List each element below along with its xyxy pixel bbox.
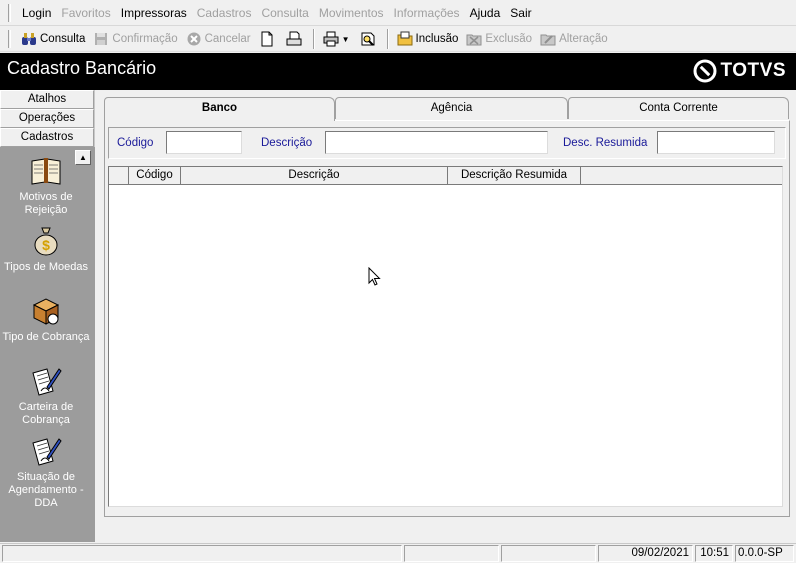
status-cell-2 <box>404 545 499 562</box>
exclusao-button[interactable]: Exclusão <box>462 28 536 50</box>
shortcut-tipo-cobranca[interactable]: Tipo de Cobrança <box>0 295 92 344</box>
panel-tab-atalhos[interactable]: Atalhos <box>0 90 94 109</box>
shortcut-motivos-rejeicao[interactable]: Motivos de Rejeição <box>0 155 92 217</box>
results-grid[interactable]: Código Descrição Descrição Resumida <box>108 166 783 507</box>
confirmacao-button[interactable]: Confirmação <box>89 28 181 50</box>
svg-text:$: $ <box>42 237 50 253</box>
brand-logo: TOTVS <box>693 59 787 83</box>
shortcut-label: Carteira de Cobrança <box>18 401 74 426</box>
documents-pen-icon <box>32 368 62 396</box>
toolbar: Consulta Confirmação Cancelar ▼ Inclusão… <box>0 27 796 52</box>
grid-header-filler <box>581 167 782 185</box>
preview-button[interactable] <box>356 28 383 50</box>
toolbar-grip <box>8 30 11 48</box>
toolbar-separator <box>312 29 315 49</box>
cancelar-label: Cancelar <box>204 33 251 45</box>
status-version: 0.0.0-SP <box>735 545 794 562</box>
menu-cadastros[interactable]: Cadastros <box>192 6 257 20</box>
printer-icon <box>323 31 339 47</box>
status-date: 09/02/2021 <box>598 545 693 562</box>
shortcut-label: Tipo de Cobrança <box>2 331 90 343</box>
status-cell-3 <box>501 545 596 562</box>
document-print-icon <box>286 31 302 47</box>
page-title: Cadastro Bancário <box>7 58 157 78</box>
new-document-icon <box>259 31 275 47</box>
shortcut-label: Situação de Agendamento - DDA <box>8 471 84 509</box>
descricao-field[interactable] <box>325 131 548 154</box>
new-document-button[interactable] <box>255 28 282 50</box>
menu-login[interactable]: Login <box>17 6 56 20</box>
consulta-label: Consulta <box>40 33 86 45</box>
edit-icon <box>540 31 556 47</box>
brand-name: TOTVS <box>720 60 786 81</box>
chevron-down-icon: ▼ <box>341 34 350 44</box>
folder-add-icon <box>397 31 413 47</box>
toolbar-separator <box>386 29 389 49</box>
panel-tab-operacoes[interactable]: Operações <box>0 109 94 128</box>
confirmacao-label: Confirmação <box>112 33 178 45</box>
mouse-cursor-icon <box>368 267 381 286</box>
grid-header-descricao-resumida[interactable]: Descrição Resumida <box>448 167 581 185</box>
filter-bar: Código Descrição Desc. Resumida <box>108 127 786 159</box>
consulta-button[interactable]: Consulta <box>17 28 89 50</box>
menu-impressoras[interactable]: Impressoras <box>116 6 192 20</box>
desc-resumida-label: Desc. Resumida <box>563 137 648 149</box>
alteracao-button[interactable]: Alteração <box>536 28 612 50</box>
header-bar: Cadastro Bancário TOTVS <box>0 53 796 90</box>
menu-sair[interactable]: Sair <box>505 6 536 20</box>
grid-header: Código Descrição Descrição Resumida <box>109 167 782 185</box>
cancelar-button[interactable]: Cancelar <box>182 28 255 50</box>
inclusao-button[interactable]: Inclusão <box>393 28 463 50</box>
panel-tab-cadastros[interactable]: Cadastros <box>0 128 94 147</box>
status-bar: 09/02/2021 10:51 0.0.0-SP <box>0 543 796 563</box>
box-icon <box>32 298 60 325</box>
delete-icon <box>466 31 482 47</box>
tab-agencia[interactable]: Agência <box>335 97 568 119</box>
grid-header-descricao[interactable]: Descrição <box>181 167 448 185</box>
tab-strip: Banco Agência Conta Corrente <box>104 97 790 121</box>
print-dropdown-button[interactable]: ▼ <box>319 28 356 50</box>
shortcut-tipos-moedas[interactable]: $ Tipos de Moedas <box>0 225 92 274</box>
status-cell-main <box>2 545 402 562</box>
tab-banco[interactable]: Banco <box>104 97 335 121</box>
menu-informacoes[interactable]: Informações <box>389 6 465 20</box>
inclusao-label: Inclusão <box>415 33 459 45</box>
cancel-icon <box>186 31 202 47</box>
binoculars-icon <box>21 31 37 47</box>
shortcut-list: ▲ Motivos de Rejeição $ Tipos de Moedas <box>0 147 95 542</box>
shortcut-situacao-agendamento[interactable]: Situação de Agendamento - DDA <box>0 435 92 510</box>
totvs-logo-icon <box>693 59 716 83</box>
menu-grip <box>8 3 11 22</box>
menu-movimentos[interactable]: Movimentos <box>314 6 389 20</box>
descricao-label: Descrição <box>261 137 313 149</box>
open-document-button[interactable] <box>282 28 309 50</box>
documents-pen-icon <box>32 438 62 466</box>
desc-resumida-field[interactable] <box>657 131 775 154</box>
preview-icon <box>360 31 376 47</box>
codigo-field[interactable] <box>166 131 242 154</box>
main-content: Banco Agência Conta Corrente Código Desc… <box>96 90 796 542</box>
grid-header-selector[interactable] <box>109 167 129 185</box>
shortcut-carteira-cobranca[interactable]: Carteira de Cobrança <box>0 365 92 427</box>
exclusao-label: Exclusão <box>485 33 533 45</box>
menu-bar: Login Favoritos Impressoras Cadastros Co… <box>0 0 796 26</box>
shortcut-label: Tipos de Moedas <box>4 261 88 273</box>
alteracao-label: Alteração <box>559 33 608 45</box>
save-icon <box>93 31 109 47</box>
shortcut-label: Motivos de Rejeição <box>19 191 73 216</box>
tab-conta-corrente[interactable]: Conta Corrente <box>568 97 789 119</box>
grid-header-codigo[interactable]: Código <box>129 167 181 185</box>
codigo-label: Código <box>117 137 154 149</box>
menu-favoritos[interactable]: Favoritos <box>56 6 115 20</box>
book-icon <box>31 158 61 185</box>
menu-ajuda[interactable]: Ajuda <box>465 6 506 20</box>
shortcut-panel: Atalhos Operações Cadastros ▲ Motivos de… <box>0 90 95 542</box>
status-time: 10:51 <box>695 545 733 562</box>
menu-consulta[interactable]: Consulta <box>256 6 313 20</box>
money-bag-icon: $ <box>34 227 58 256</box>
